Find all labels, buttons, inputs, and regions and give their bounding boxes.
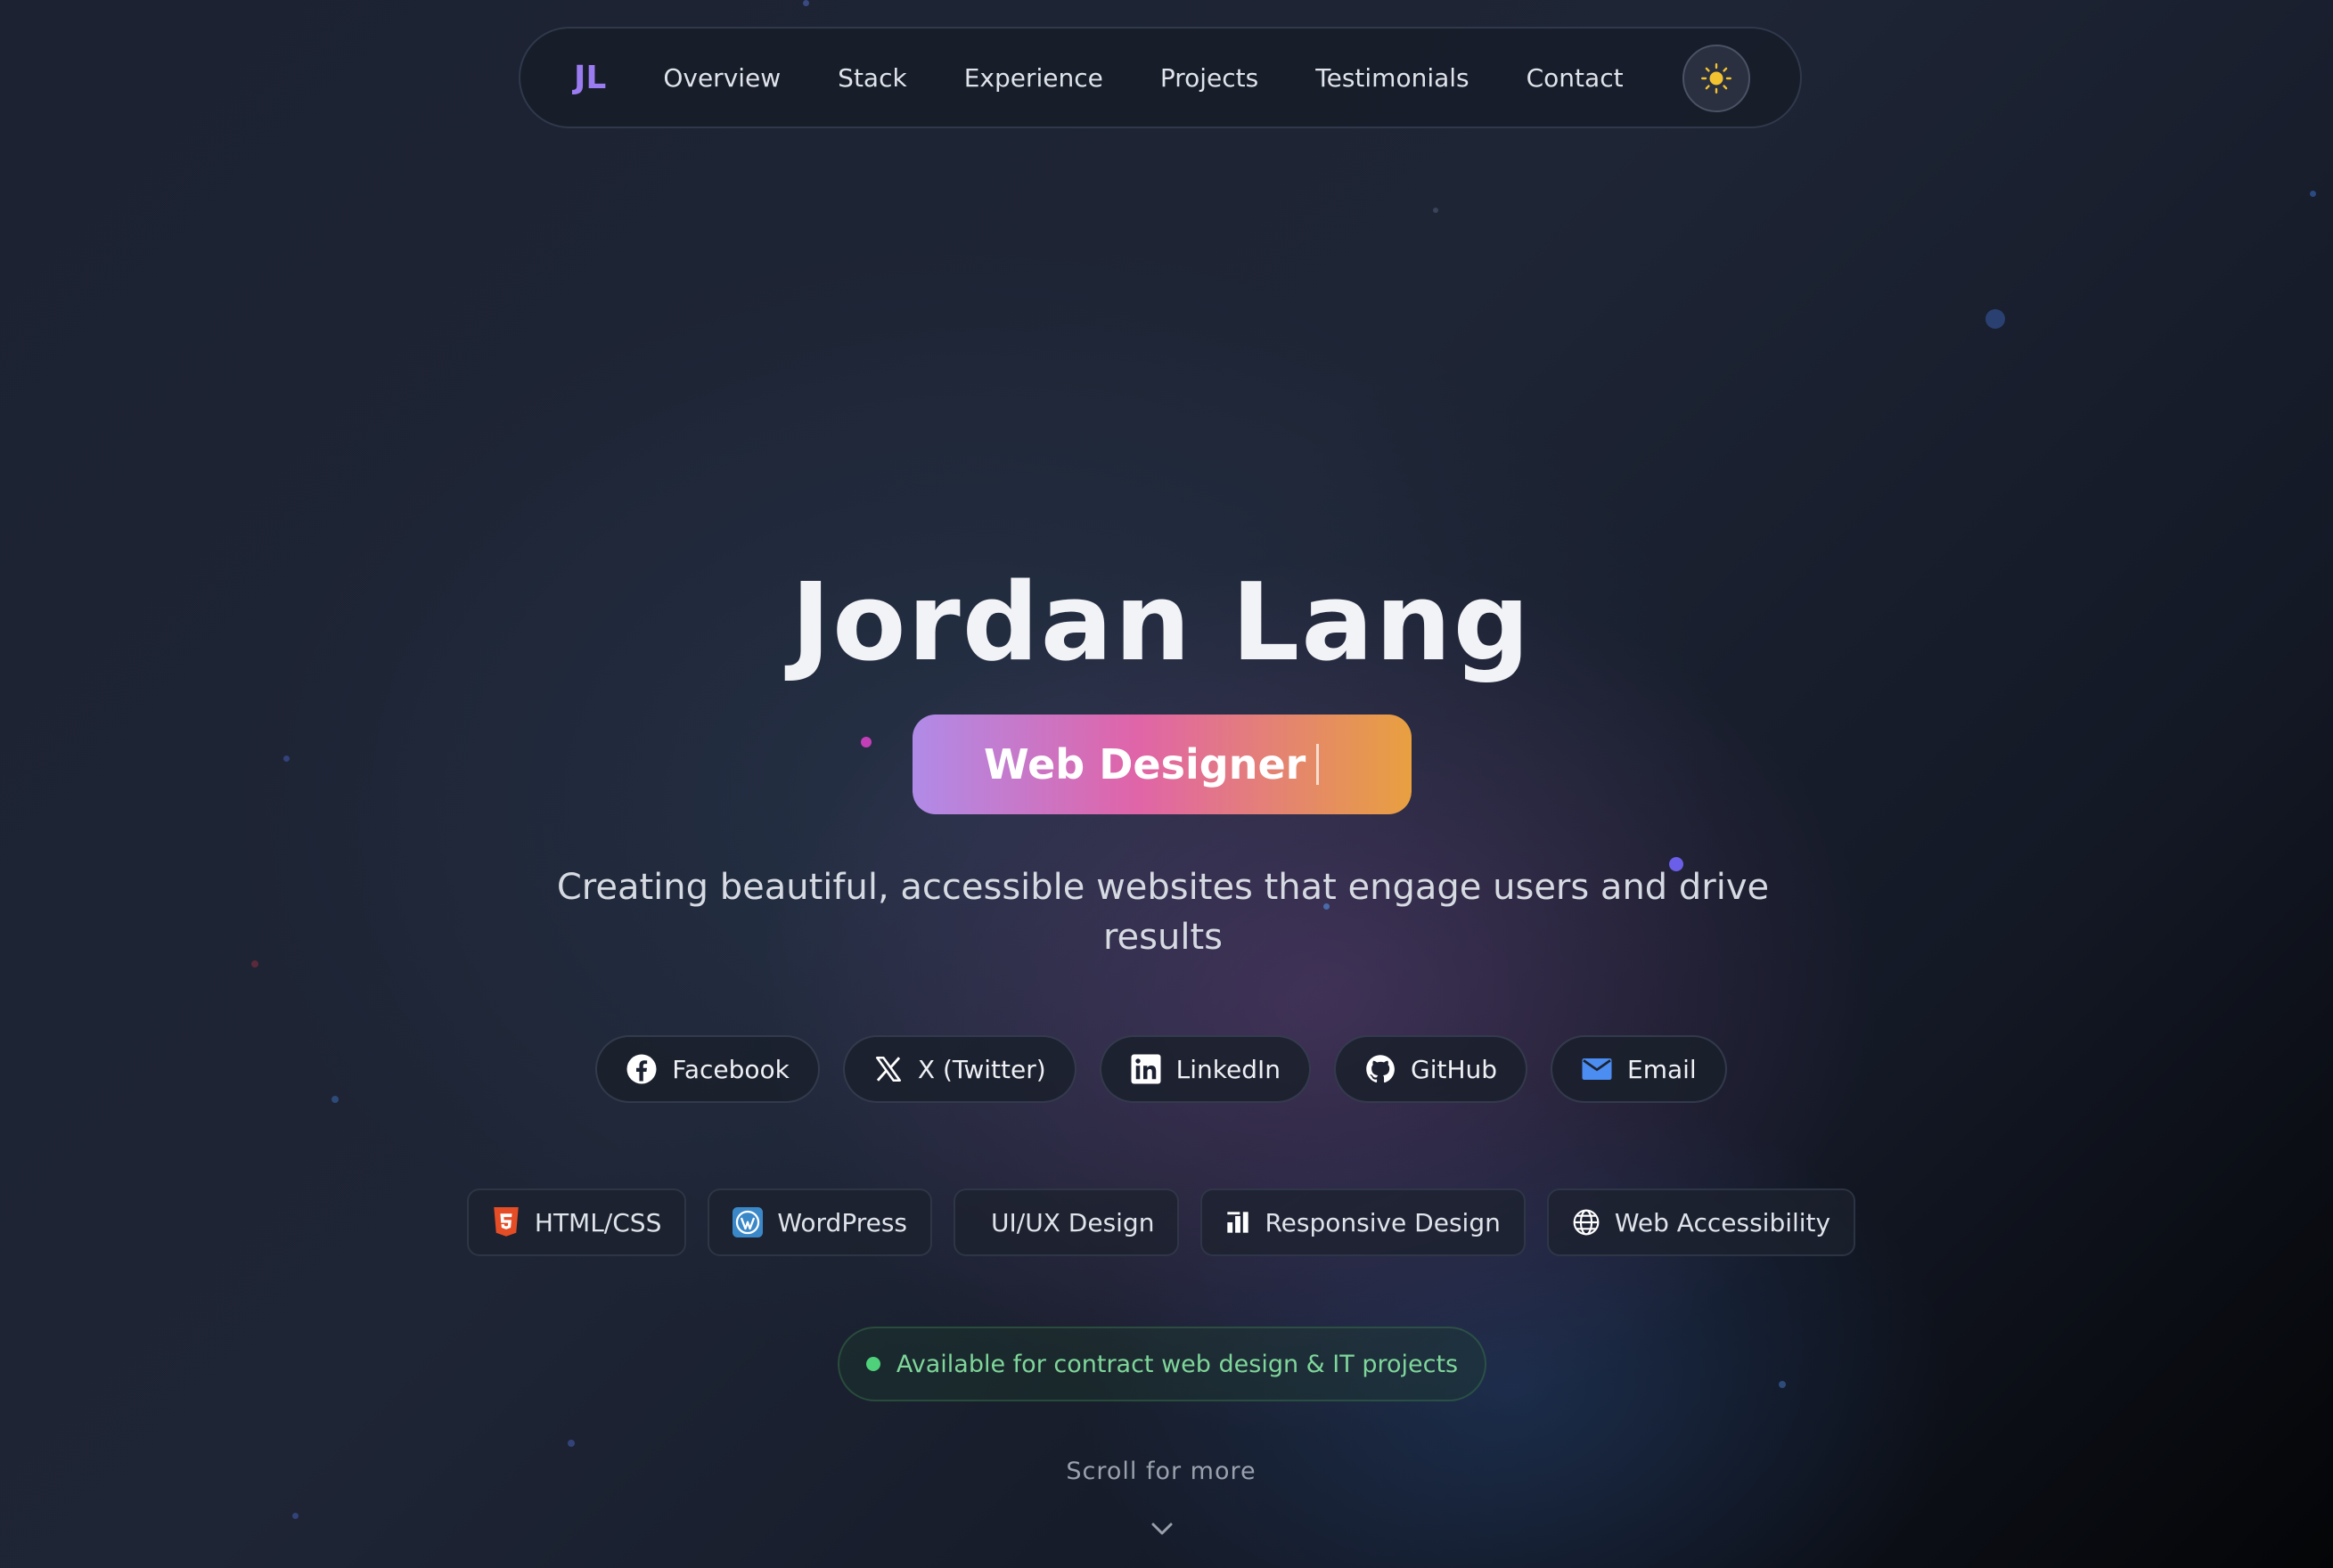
- role-badge: Web Designer: [913, 715, 1412, 814]
- particle: [2310, 191, 2316, 197]
- github-link[interactable]: GitHub: [1334, 1035, 1528, 1103]
- skill-tag-ui-ux: UI/UX Design: [954, 1188, 1180, 1256]
- html5-icon: [494, 1207, 519, 1237]
- facebook-icon: [626, 1054, 657, 1084]
- skill-label: Web Accessibility: [1614, 1207, 1831, 1237]
- email-icon: [1582, 1058, 1612, 1080]
- hero-name: Jordan Lang: [790, 561, 1532, 685]
- scroll-hint: Scroll for more: [1066, 1458, 1257, 1485]
- site-logo[interactable]: JL: [574, 60, 606, 96]
- theme-toggle-button[interactable]: [1682, 45, 1750, 112]
- availability-text: Available for contract web design & IT p…: [896, 1350, 1459, 1378]
- social-label: Email: [1627, 1054, 1697, 1084]
- particle: [251, 960, 258, 968]
- skill-tags: HTML/CSS WordPress UI/UX Design Responsi…: [0, 1188, 2322, 1256]
- skill-tag-html-css: HTML/CSS: [466, 1188, 687, 1256]
- particle: [1985, 309, 2005, 329]
- nav-link-overview[interactable]: Overview: [663, 63, 781, 93]
- x-twitter-icon: [875, 1056, 901, 1082]
- nav-link-experience[interactable]: Experience: [964, 63, 1103, 93]
- wordpress-icon: [733, 1207, 764, 1237]
- particle: [1433, 208, 1438, 213]
- linkedin-link[interactable]: LinkedIn: [1099, 1035, 1311, 1103]
- linkedin-icon: [1131, 1054, 1161, 1084]
- hero-tagline: Creating beautiful, accessible websites …: [556, 867, 1770, 958]
- social-label: LinkedIn: [1175, 1054, 1281, 1084]
- nav-links: Overview Stack Experience Projects Testi…: [663, 63, 1623, 93]
- particle: [292, 1513, 299, 1519]
- social-label: GitHub: [1411, 1054, 1498, 1084]
- nav-link-projects[interactable]: Projects: [1160, 63, 1258, 93]
- social-label: Facebook: [672, 1054, 790, 1084]
- bar-chart-icon: [1227, 1212, 1249, 1233]
- skill-tag-wordpress: WordPress: [708, 1188, 933, 1256]
- availability-badge: Available for contract web design & IT p…: [838, 1327, 1486, 1401]
- nav-link-stack[interactable]: Stack: [838, 63, 907, 93]
- skill-label: HTML/CSS: [534, 1207, 662, 1237]
- skill-tag-accessibility: Web Accessibility: [1546, 1188, 1856, 1256]
- chevron-down-icon[interactable]: [1148, 1520, 1176, 1538]
- nav-link-testimonials[interactable]: Testimonials: [1315, 63, 1469, 93]
- globe-icon: [1573, 1209, 1600, 1236]
- typing-caret: [1316, 744, 1320, 785]
- skill-label: Responsive Design: [1265, 1207, 1501, 1237]
- particle: [861, 737, 872, 747]
- skill-label: UI/UX Design: [991, 1207, 1155, 1237]
- particle: [283, 755, 290, 762]
- facebook-link[interactable]: Facebook: [595, 1035, 820, 1103]
- social-links: Facebook X (Twitter) LinkedIn GitHub Ema…: [0, 1035, 2322, 1103]
- particle: [1779, 1381, 1786, 1388]
- sun-icon: [1701, 63, 1731, 94]
- social-label: X (Twitter): [917, 1054, 1046, 1084]
- status-dot: [865, 1357, 880, 1371]
- skill-tag-responsive: Responsive Design: [1200, 1188, 1526, 1256]
- github-icon: [1366, 1055, 1395, 1083]
- particle: [803, 0, 809, 6]
- email-link[interactable]: Email: [1551, 1035, 1727, 1103]
- nav-link-contact[interactable]: Contact: [1527, 63, 1624, 93]
- role-text: Web Designer: [984, 740, 1306, 788]
- x-twitter-link[interactable]: X (Twitter): [842, 1035, 1076, 1103]
- skill-label: WordPress: [777, 1207, 908, 1237]
- top-navbar: JL Overview Stack Experience Projects Te…: [519, 27, 1802, 128]
- particle: [568, 1440, 575, 1447]
